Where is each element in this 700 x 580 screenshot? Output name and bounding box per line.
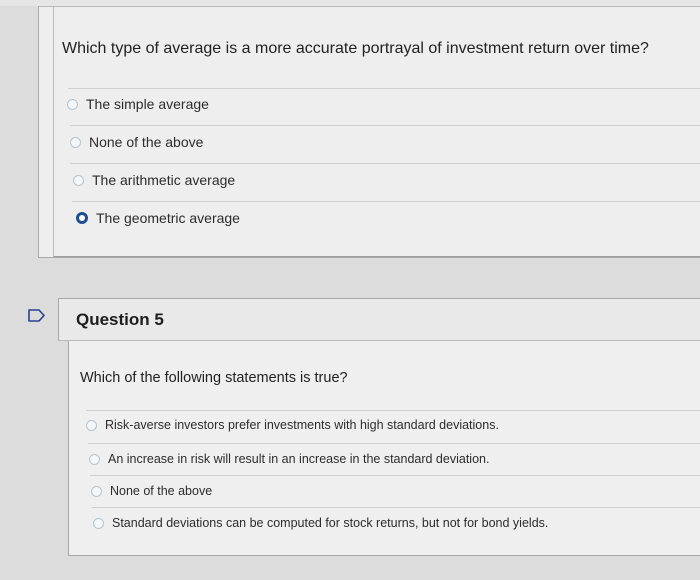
divider — [88, 443, 700, 444]
radio-button[interactable] — [70, 136, 81, 148]
flag-icon[interactable] — [28, 309, 46, 322]
option-label: Risk-averse investors prefer investments… — [105, 418, 499, 432]
divider — [92, 507, 700, 508]
radio-button[interactable] — [67, 98, 78, 110]
option-none-of-the-above[interactable]: None of the above — [70, 134, 203, 150]
divider — [90, 475, 700, 476]
divider — [70, 125, 700, 126]
radio-button[interactable] — [91, 485, 102, 497]
radio-button[interactable] — [89, 453, 100, 465]
divider — [72, 201, 700, 202]
question-5-title: Question 5 — [76, 310, 164, 329]
radio-button[interactable] — [86, 419, 97, 431]
question-4-text: Which type of average is a more accurate… — [62, 40, 649, 57]
divider — [68, 88, 700, 89]
option-label: An increase in risk will result in an in… — [108, 452, 490, 466]
option-label: Standard deviations can be computed for … — [112, 516, 549, 530]
option-label: The arithmetic average — [92, 172, 236, 188]
radio-button[interactable] — [73, 174, 84, 186]
radio-button-selected[interactable] — [76, 212, 88, 224]
option-standard-deviations[interactable]: Standard deviations can be computed for … — [93, 516, 548, 530]
option-simple-average[interactable]: The simple average — [67, 96, 209, 112]
option-label: The geometric average — [96, 210, 240, 226]
option-increase-in-risk[interactable]: An increase in risk will result in an in… — [89, 452, 489, 466]
divider — [70, 163, 700, 164]
option-arithmetic-average[interactable]: The arithmetic average — [73, 172, 235, 188]
option-label: None of the above — [89, 134, 204, 150]
option-label: None of the above — [110, 484, 213, 498]
option-geometric-average[interactable]: The geometric average — [76, 210, 240, 226]
divider — [86, 410, 700, 411]
radio-button[interactable] — [93, 517, 104, 529]
question-5-text: Which of the following statements is tru… — [80, 370, 348, 386]
option-none-of-the-above[interactable]: None of the above — [91, 484, 212, 498]
option-risk-averse[interactable]: Risk-averse investors prefer investments… — [86, 418, 499, 432]
option-label: The simple average — [86, 96, 209, 112]
